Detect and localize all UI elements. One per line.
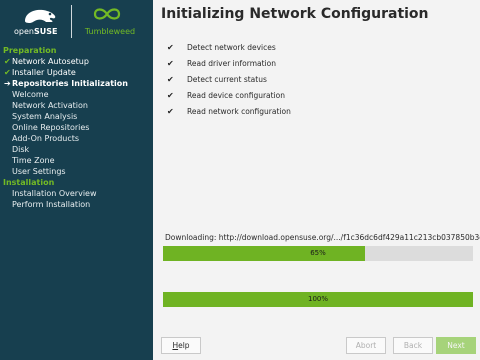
checkmark-icon: ✔: [4, 57, 11, 66]
nav-step-label: Network Activation: [12, 101, 88, 110]
nav-step-item: System Analysis: [0, 111, 153, 122]
nav-step-item: Welcome: [0, 89, 153, 100]
abort-button[interactable]: Abort: [346, 337, 386, 354]
nav-step-label: Add-On Products: [12, 134, 80, 143]
checkmark-icon: ✔: [167, 91, 174, 100]
nav-step-label: Repositories Initialization: [12, 79, 128, 88]
nav-step-item: ✔ Network Autosetup: [0, 56, 153, 67]
checkmark-icon: ✔: [167, 107, 174, 116]
opensuse-logo: openSUSE: [14, 7, 64, 37]
tumbleweed-infinity-icon: [93, 8, 121, 20]
nav-step-label: User Settings: [12, 167, 66, 176]
nav-step-label: Perform Installation: [12, 200, 91, 209]
progress-step-label: Read network configuration: [187, 107, 291, 116]
download-status: Downloading: http://download.opensuse.or…: [165, 233, 480, 242]
progress-step: ✔ Detect network devices: [167, 42, 467, 58]
sidebar: openSUSE Tumbleweed Preparation ✔ Network …: [0, 0, 153, 360]
progress-step-label: Detect current status: [187, 75, 267, 84]
installation-steps-nav: Preparation ✔ Network Autosetup ✔ Installer …: [0, 45, 153, 210]
nav-step-label: Installation Overview: [12, 189, 97, 198]
nav-step-label: Time Zone: [12, 156, 55, 165]
checkmark-icon: ✔: [4, 68, 11, 77]
nav-step-label: Welcome: [12, 90, 49, 99]
download-progress-bar: 65%: [163, 246, 473, 261]
main-panel: Initializing Network Configuration ✔ Dete…: [153, 0, 480, 360]
help-button[interactable]: Help: [161, 337, 201, 354]
chameleon-icon: [25, 9, 56, 23]
nav-section-heading: Preparation: [3, 46, 57, 55]
nav-step-label: System Analysis: [12, 112, 78, 121]
tumbleweed-label: Tumbleweed: [84, 27, 136, 36]
progress-step: ✔ Read driver information: [167, 58, 467, 74]
opensuse-wordmark: openSUSE: [14, 27, 58, 36]
arrow-right-icon: ➔: [4, 79, 11, 88]
nav-step-item: User Settings: [0, 166, 153, 177]
checkmark-icon: ✔: [167, 43, 174, 52]
nav-step-item: Time Zone: [0, 155, 153, 166]
nav-step-item: Add-On Products: [0, 133, 153, 144]
progress-step-label: Read driver information: [187, 59, 276, 68]
nav-step-item: ➔ Repositories Initialization: [0, 78, 153, 89]
nav-step-item: Perform Installation: [0, 199, 153, 210]
overall-progress-label: 100%: [307, 295, 328, 303]
checkmark-icon: ✔: [167, 75, 174, 84]
nav-step-item: Online Repositories: [0, 122, 153, 133]
nav-step-item: Disk: [0, 144, 153, 155]
nav-step-item: Network Activation: [0, 100, 153, 111]
nav-step-label: Installer Update: [12, 68, 76, 77]
logo-divider: [71, 5, 72, 38]
nav-section-heading: Installation: [3, 178, 55, 187]
nav-step-label: Online Repositories: [12, 123, 90, 132]
overall-progress-bar: 100%: [163, 292, 473, 307]
progress-step: ✔ Read network configuration: [167, 106, 467, 122]
progress-step: ✔ Read device configuration: [167, 90, 467, 106]
logo-area: openSUSE Tumbleweed: [0, 0, 153, 42]
nav-step-item: ✔ Installer Update: [0, 67, 153, 78]
back-button[interactable]: Back: [393, 337, 433, 354]
checkmark-icon: ✔: [167, 59, 174, 68]
download-progress-label: 65%: [310, 249, 326, 257]
next-button[interactable]: Next: [436, 337, 476, 354]
progress-step-label: Detect network devices: [187, 43, 276, 52]
progress-step: ✔ Detect current status: [167, 74, 467, 90]
tumbleweed-logo: Tumbleweed: [80, 6, 140, 40]
nav-step-item: Installation Overview: [0, 188, 153, 199]
progress-step-label: Read device configuration: [187, 91, 285, 100]
page-title: Initializing Network Configuration: [161, 6, 429, 22]
nav-step-label: Network Autosetup: [12, 57, 89, 66]
progress-step-list: ✔ Detect network devices ✔ Read driver info…: [167, 42, 467, 122]
nav-step-label: Disk: [12, 145, 30, 154]
